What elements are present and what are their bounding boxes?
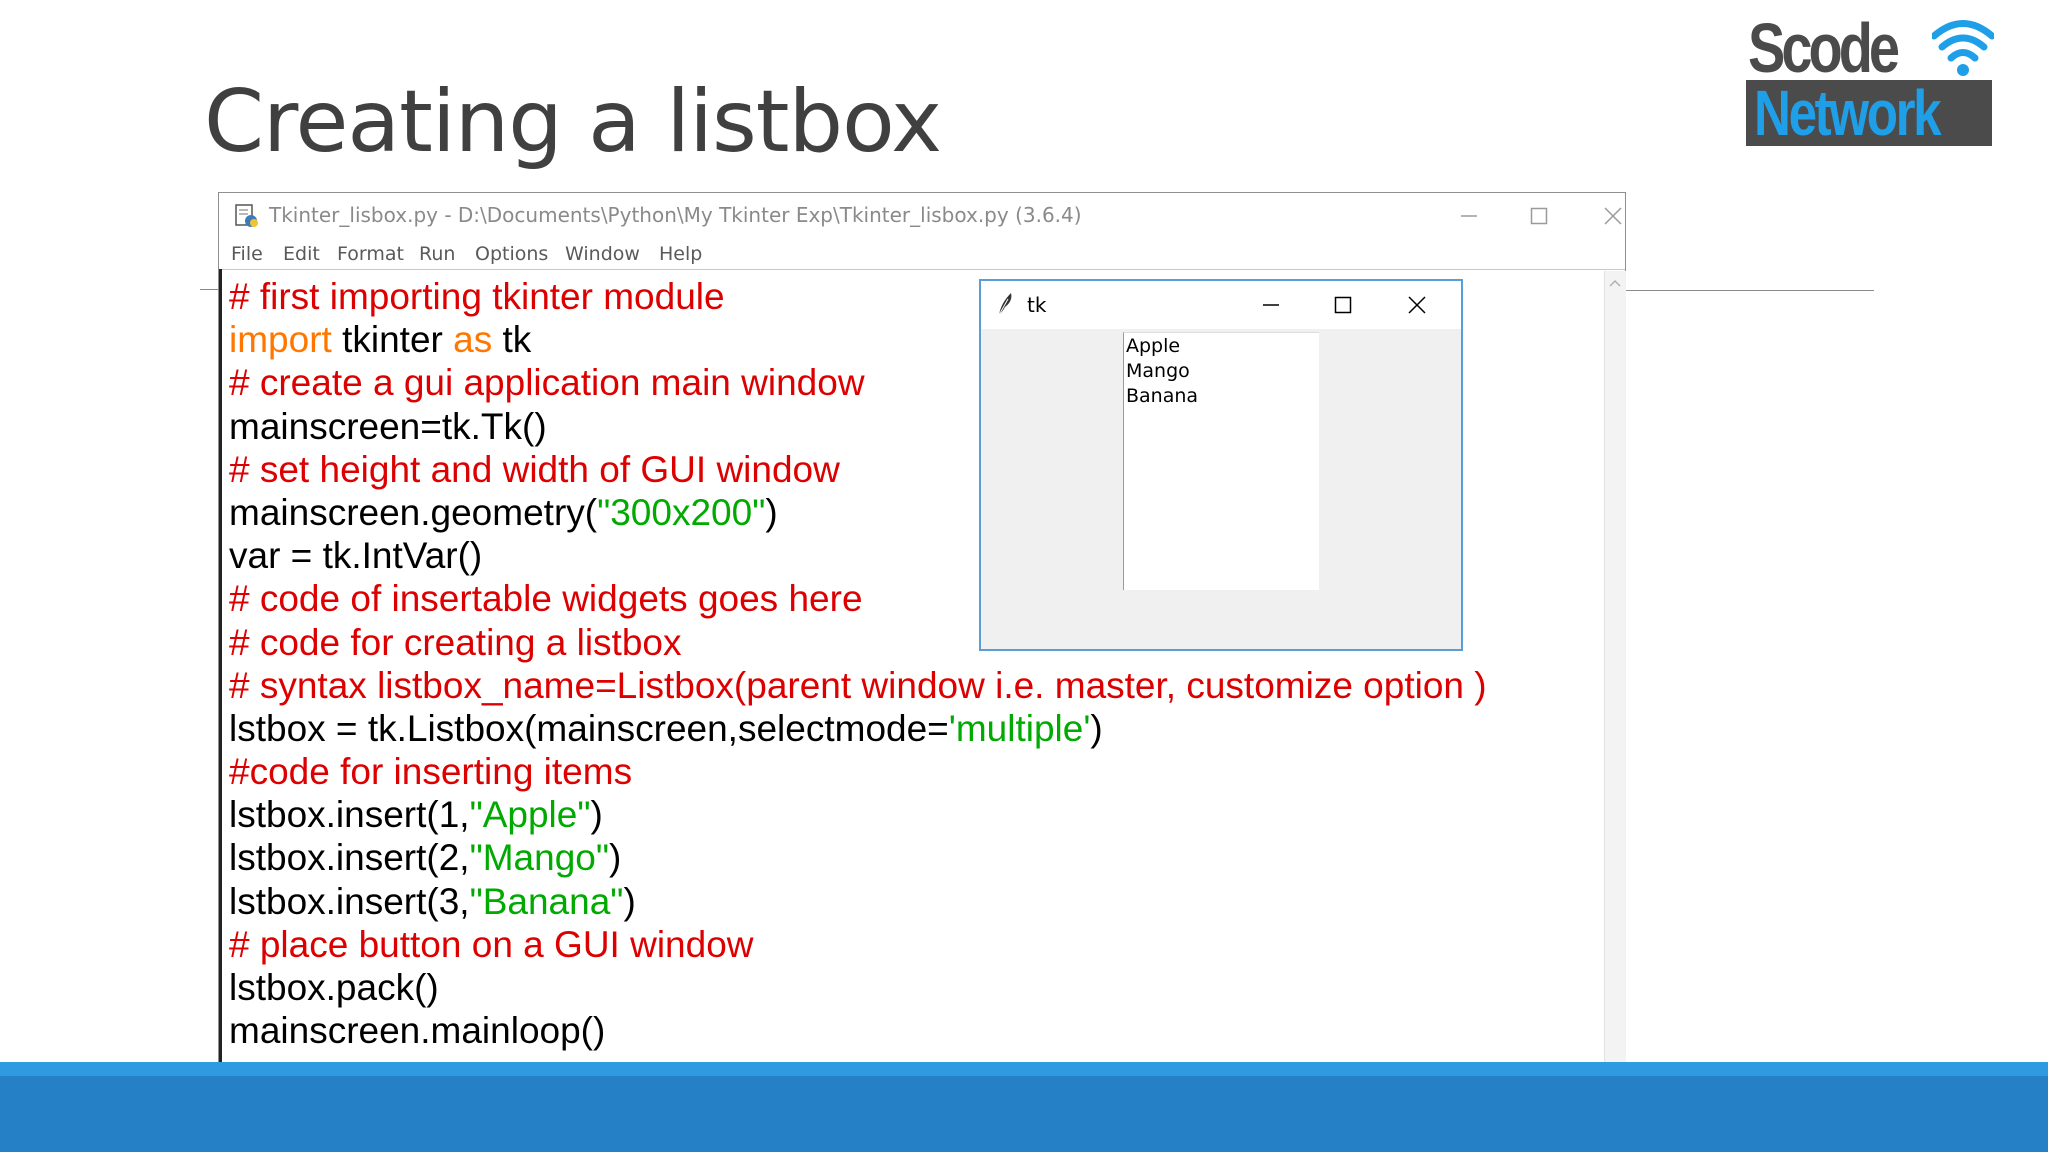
idle-titlebar[interactable]: Tkinter_lisbox.py - D:\Documents\Python\… [219, 193, 1625, 239]
code-token: ) [609, 837, 622, 879]
code-token: mainscreen.mainloop() [229, 1010, 606, 1052]
idle-window-title: Tkinter_lisbox.py - D:\Documents\Python\… [269, 203, 1082, 227]
slide-rule-left [200, 289, 218, 290]
slide-rule-right [1626, 290, 1874, 291]
code-token: "Mango" [469, 837, 609, 879]
tk-titlebar[interactable]: tk [981, 281, 1461, 329]
code-token: # code for creating a listbox [229, 621, 682, 663]
scode-network-logo: Scode Network [1746, 10, 1994, 146]
footer-band-light [0, 1062, 2048, 1076]
code-token: tk [492, 319, 532, 361]
menu-help[interactable]: Help [659, 243, 702, 265]
editor-scrollbar[interactable] [1604, 271, 1626, 1077]
code-line: lstbox.insert(2,"Mango") [229, 836, 1487, 879]
code-line: # syntax listbox_name=Listbox(parent win… [229, 664, 1487, 707]
code-line: #code for inserting items [229, 750, 1487, 793]
menu-edit[interactable]: Edit [283, 243, 320, 265]
code-token: "Banana" [469, 880, 624, 922]
code-token: lstbox.insert(2, [229, 837, 470, 879]
idle-close-button[interactable] [1593, 199, 1633, 233]
python-file-icon [235, 204, 258, 227]
code-token: ) [623, 880, 636, 922]
maximize-icon [1334, 296, 1352, 314]
code-line: lstbox.insert(1,"Apple") [229, 793, 1487, 836]
slide-title: Creating a listbox [204, 72, 942, 172]
code-line: lstbox.pack() [229, 966, 1487, 1009]
code-token: lstbox.insert(3, [229, 880, 470, 922]
code-line: lstbox = tk.Listbox(mainscreen,selectmod… [229, 707, 1487, 750]
code-token: "Apple" [469, 794, 591, 836]
code-token: lstbox.pack() [229, 967, 439, 1008]
code-token: import [229, 319, 332, 361]
code-token: ) [1090, 707, 1103, 749]
code-token: lstbox = tk.Listbox(mainscreen,selectmod… [229, 707, 949, 749]
code-token: # first importing tkinter module [229, 276, 725, 317]
menu-file[interactable]: File [231, 243, 263, 265]
menu-window[interactable]: Window [565, 243, 640, 265]
code-token: # syntax listbox_name=Listbox(parent win… [229, 664, 1487, 706]
code-token: mainscreen=tk.Tk() [229, 405, 547, 447]
footer-band [0, 1076, 2048, 1152]
wifi-icon [1932, 20, 1994, 76]
tk-minimize-button[interactable] [1251, 289, 1291, 321]
feather-icon [998, 293, 1012, 316]
code-token: ) [590, 794, 603, 836]
logo-network-band: Network [1746, 80, 1992, 146]
minimize-icon [1461, 215, 1477, 217]
close-icon [1604, 207, 1622, 225]
maximize-icon [1530, 207, 1548, 225]
tk-close-button[interactable] [1397, 289, 1437, 321]
code-token: "300x200" [597, 491, 766, 533]
code-token: as [453, 319, 493, 361]
tk-window-title: tk [1027, 293, 1047, 317]
idle-maximize-button[interactable] [1519, 199, 1559, 233]
logo-text-scode: Scode [1748, 9, 1900, 87]
list-item[interactable]: Mango [1126, 360, 1190, 382]
editor-left-border [219, 269, 222, 1077]
scroll-up-arrow-icon [1609, 279, 1621, 287]
code-token: #code for inserting items [229, 751, 633, 793]
listbox[interactable]: Apple Mango Banana [1123, 332, 1319, 590]
logo-text-network: Network [1754, 77, 1942, 149]
close-icon [1408, 296, 1426, 314]
code-line: lstbox.insert(3,"Banana") [229, 880, 1487, 923]
idle-menubar: File Edit Format Run Options Window Help [219, 239, 1625, 270]
list-item[interactable]: Banana [1126, 385, 1198, 407]
code-token: 'multiple' [948, 707, 1091, 749]
code-token: # place button on a GUI window [229, 923, 754, 965]
minimize-icon [1263, 304, 1279, 306]
code-token: mainscreen.geometry( [229, 491, 598, 533]
idle-minimize-button[interactable] [1449, 199, 1489, 233]
code-line: # place button on a GUI window [229, 923, 1487, 966]
menu-options[interactable]: Options [475, 243, 548, 265]
list-item[interactable]: Apple [1126, 335, 1180, 357]
menu-format[interactable]: Format [337, 243, 404, 265]
tk-window: tk Apple Mango Banana [979, 279, 1463, 651]
code-token: ) [765, 491, 778, 533]
code-token: # set height and width of GUI window [229, 448, 840, 490]
code-token: lstbox.insert(1, [229, 794, 470, 836]
tk-maximize-button[interactable] [1323, 289, 1363, 321]
code-token: # code of insertable widgets goes here [229, 578, 863, 620]
code-token: tkinter [331, 319, 454, 361]
code-line: mainscreen.mainloop() [229, 1009, 1487, 1052]
menu-run[interactable]: Run [419, 243, 455, 265]
code-token: var = tk.IntVar() [229, 535, 483, 577]
code-token: # create a gui application main window [229, 362, 865, 404]
